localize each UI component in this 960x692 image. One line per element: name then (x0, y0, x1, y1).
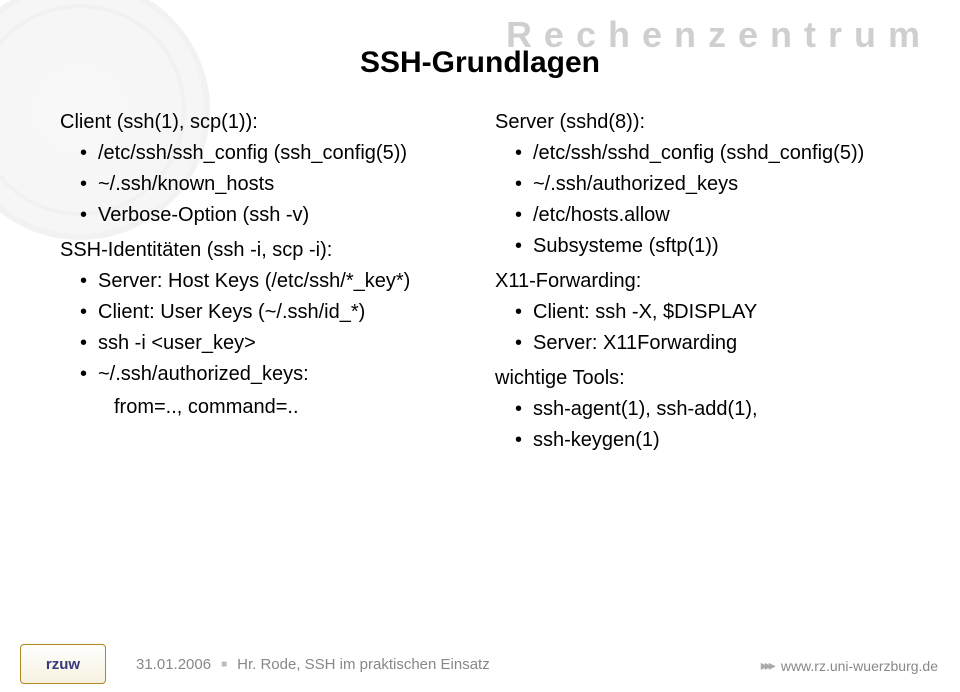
bullet-item: Client: ssh -X, $DISPLAY (515, 300, 900, 325)
bullet-item: ~/.ssh/authorized_keys (515, 172, 900, 197)
separator-icon: ■ (221, 659, 227, 670)
chevrons-icon: ▸▸▸ (761, 657, 773, 674)
bullet-item: ~/.ssh/authorized_keys: (80, 362, 465, 387)
section-heading: SSH-Identitäten (ssh -i, scp -i): (60, 238, 465, 263)
section-identities: SSH-Identitäten (ssh -i, scp -i): Server… (60, 238, 465, 420)
footer-date: 31.01.2006 (136, 656, 211, 673)
bullet-item: Server: Host Keys (/etc/ssh/*_key*) (80, 269, 465, 294)
section-heading: Client (ssh(1), scp(1)): (60, 110, 465, 135)
slide-title: SSH-Grundlagen (0, 46, 960, 80)
slide: Rechenzentrum SSH-Grundlagen Client (ssh… (0, 0, 960, 692)
section-server: Server (sshd(8)): /etc/ssh/sshd_config (… (495, 110, 900, 259)
bullet-item: Server: X11Forwarding (515, 331, 900, 356)
bullet-list: Client: ssh -X, $DISPLAY Server: X11Forw… (495, 300, 900, 356)
bullet-item: /etc/ssh/ssh_config (ssh_config(5)) (80, 141, 465, 166)
bullet-list: Server: Host Keys (/etc/ssh/*_key*) Clie… (60, 269, 465, 387)
left-column: Client (ssh(1), scp(1)): /etc/ssh/ssh_co… (60, 110, 465, 606)
section-client: Client (ssh(1), scp(1)): /etc/ssh/ssh_co… (60, 110, 465, 228)
section-heading: wichtige Tools: (495, 366, 900, 391)
bullet-item: ~/.ssh/known_hosts (80, 172, 465, 197)
section-heading: X11-Forwarding: (495, 269, 900, 294)
footer: rzuw 31.01.2006 ■ Hr. Rode, SSH im prakt… (0, 636, 960, 692)
section-heading: Server (sshd(8)): (495, 110, 900, 135)
footer-url: www.rz.uni-wuerzburg.de (781, 658, 938, 674)
bullet-item: /etc/ssh/sshd_config (sshd_config(5)) (515, 141, 900, 166)
right-column: Server (sshd(8)): /etc/ssh/sshd_config (… (495, 110, 900, 606)
bullet-item: ssh-agent(1), ssh-add(1), (515, 397, 900, 422)
bullet-item: ssh-keygen(1) (515, 428, 900, 453)
bullet-item: Subsysteme (sftp(1)) (515, 234, 900, 259)
content-area: Client (ssh(1), scp(1)): /etc/ssh/ssh_co… (60, 110, 900, 606)
bullet-list: /etc/ssh/ssh_config (ssh_config(5)) ~/.s… (60, 141, 465, 228)
bullet-list: ssh-agent(1), ssh-add(1), ssh-keygen(1) (495, 397, 900, 453)
bullet-item: Verbose-Option (ssh -v) (80, 203, 465, 228)
footer-link: ▸▸▸ www.rz.uni-wuerzburg.de (761, 657, 938, 674)
bullet-item: ssh -i <user_key> (80, 331, 465, 356)
bullet-list: /etc/ssh/sshd_config (sshd_config(5)) ~/… (495, 141, 900, 259)
section-tools: wichtige Tools: ssh-agent(1), ssh-add(1)… (495, 366, 900, 453)
footer-subtitle: Hr. Rode, SSH im praktischen Einsatz (237, 656, 490, 673)
bullet-item: /etc/hosts.allow (515, 203, 900, 228)
section-x11: X11-Forwarding: Client: ssh -X, $DISPLAY… (495, 269, 900, 356)
bullet-item: Client: User Keys (~/.ssh/id_*) (80, 300, 465, 325)
bullet-subline: from=.., command=.. (60, 395, 465, 420)
institution-logo: rzuw (20, 644, 106, 684)
